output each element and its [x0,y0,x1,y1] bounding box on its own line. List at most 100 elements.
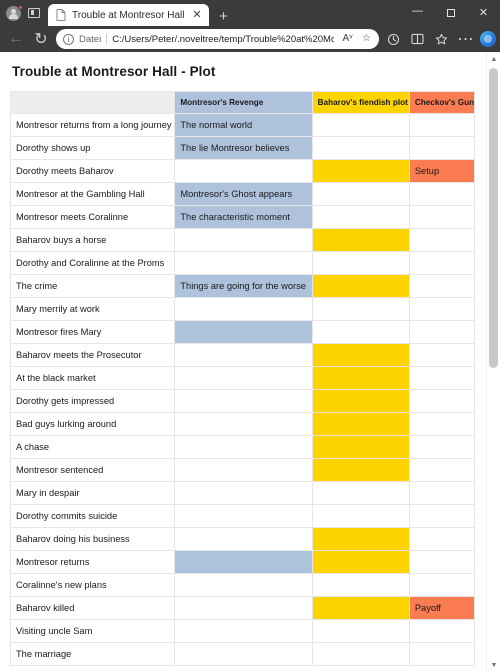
favorite-star-icon[interactable]: ☆ [358,31,375,48]
copilot-icon[interactable] [480,31,496,47]
minimize-button[interactable]: — [401,0,434,26]
arc-1-cell: The lie Montresor believes [174,136,313,160]
collections-icon[interactable] [430,28,453,50]
arc-2-cell [311,642,410,666]
arc-3-cell [408,458,476,482]
scroll-up-icon[interactable]: ▲ [487,52,500,66]
scene-cell: Montresor meets Coralinne [9,205,176,229]
table-row: Dorothy meets Baharov Setup [9,159,476,183]
arc-1-cell [174,642,313,666]
column-header-arc-2: Baharov's fiendish plot [311,91,410,114]
refresh-icon[interactable]: ↻ [29,28,53,50]
profile-badge-icon [18,4,23,10]
arc-2-cell [311,412,410,436]
scrollbar-thumb[interactable] [489,68,498,368]
arc-3-cell [408,297,476,321]
plot-table: Montresor's Revenge Baharov's fiendish p… [9,91,476,666]
scroll-down-icon[interactable]: ▼ [487,658,500,672]
arc-3-cell: Setup [408,159,476,183]
table-row: Dorothy gets impressed [9,389,476,413]
window-controls: — ✕ [401,0,500,26]
scene-cell: Mary in despair [9,481,176,505]
address-bar[interactable]: i Datei C:/Users/Peter/.noveltree/temp/T… [56,29,379,49]
arc-2-cell [311,320,410,344]
arc-2-cell [311,274,410,298]
scene-cell: Montresor sentenced [9,458,176,482]
arc-2-cell [311,481,410,505]
table-row: A chase [9,435,476,459]
profile-avatar-icon[interactable] [6,4,23,21]
table-row: Baharov doing his business [9,527,476,551]
settings-more-icon[interactable]: ⋯ [454,28,477,50]
arc-1-cell [174,297,313,321]
arc-1-cell [174,458,313,482]
arc-1-cell [174,389,313,413]
window-close-button[interactable]: ✕ [467,0,500,26]
new-tab-button[interactable]: + [213,6,233,26]
read-aloud-icon[interactable]: Aᵛ [339,31,356,48]
scene-cell: Dorothy gets impressed [9,389,176,413]
table-row: The crime Things are going for the worse [9,274,476,298]
arc-2-cell [311,550,410,574]
url-text[interactable]: C:/Users/Peter/.noveltree/temp/Trouble%2… [112,34,334,45]
document-icon [56,9,66,21]
navigation-toolbar: ← ↻ i Datei C:/Users/Peter/.noveltree/te… [0,26,500,52]
table-row: Montresor sentenced [9,458,476,482]
arc-2-cell [311,573,410,597]
scene-cell: Dorothy commits suicide [9,504,176,528]
arc-2-cell [311,251,410,275]
omnibox-actions: Aᵛ ☆ [339,31,375,48]
page-scrollbar[interactable]: ▲ ▼ [486,52,500,672]
arc-1-cell [174,320,313,344]
split-screen-icon[interactable] [406,28,429,50]
scene-cell: Baharov killed [9,596,176,620]
arc-3-cell [408,527,476,551]
table-row: Mary in despair [9,481,476,505]
scene-cell: Montresor returns from a long journey [9,113,176,137]
column-header-arc-3: Checkov's Gun [408,91,476,114]
table-header-row: Montresor's Revenge Baharov's fiendish p… [9,91,476,114]
table-row: Mary merrily at work [9,297,476,321]
arc-2-cell [311,527,410,551]
arc-3-cell [408,550,476,574]
arc-3-cell [408,481,476,505]
scene-cell: The marriage [9,642,176,666]
arc-1-cell: Montresor's Ghost appears [174,182,313,206]
arc-3-cell [408,366,476,390]
arc-3-cell [408,205,476,229]
table-row: Dorothy and Coralinne at the Proms [9,251,476,275]
info-icon[interactable]: i [63,33,74,45]
close-icon[interactable]: ✕ [190,9,203,22]
column-header-arc-1: Montresor's Revenge [174,91,313,114]
arc-2-cell [311,389,410,413]
scene-cell: Coralinne's new plans [9,573,176,597]
arc-3-cell [408,619,476,643]
arc-2-cell [311,182,410,206]
browser-window: Trouble at Montresor Hall ✕ + — ✕ ← ↻ i … [0,0,500,672]
column-header-scene [9,91,176,114]
arc-3-cell [408,343,476,367]
back-icon[interactable]: ← [4,28,28,50]
arc-2-cell [311,504,410,528]
vertical-tabs-icon[interactable] [26,6,42,20]
scene-cell: Dorothy and Coralinne at the Proms [9,251,176,275]
arc-3-cell [408,504,476,528]
table-row: Montresor returns from a long journey The… [9,113,476,137]
arc-2-cell [311,136,410,160]
browser-tab[interactable]: Trouble at Montresor Hall ✕ [48,4,210,26]
table-row: Visiting uncle Sam [9,619,476,643]
omnibox-divider [106,33,108,45]
history-icon[interactable] [382,28,405,50]
arc-1-cell [174,596,313,620]
maximize-button[interactable] [434,0,467,26]
scene-cell: At the black market [9,366,176,390]
table-row: Montresor fires Mary [9,320,476,344]
arc-3-cell [408,228,476,252]
table-header: Montresor's Revenge Baharov's fiendish p… [9,91,476,114]
arc-2-cell [311,435,410,459]
arc-3-cell: Payoff [408,596,476,620]
scene-cell: A chase [9,435,176,459]
scene-cell: Visiting uncle Sam [9,619,176,643]
arc-1-cell [174,435,313,459]
arc-1-cell [174,573,313,597]
